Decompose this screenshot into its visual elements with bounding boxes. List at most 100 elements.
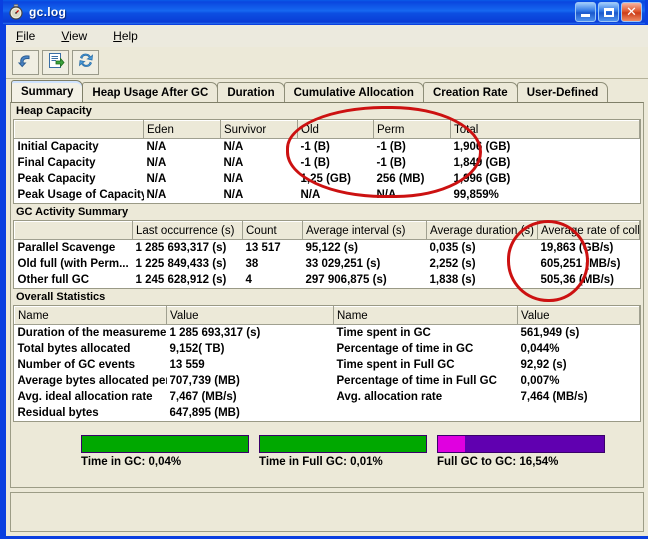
table-header-row: Last occurrence (s) Count Average interv… [14,221,640,240]
refresh-button[interactable] [72,50,99,75]
table-row[interactable]: Average bytes allocated per GC 707,739 (… [14,373,640,389]
col-heap-blank[interactable] [14,120,144,139]
gauge-bar [81,435,249,453]
gauge-segment-green [260,436,426,452]
col-value-left[interactable]: Value [166,306,334,325]
col-total[interactable]: Total [450,120,640,139]
cell: Avg. ideal allocation rate [14,389,167,405]
col-gc-blank[interactable] [14,221,133,240]
col-eden[interactable]: Eden [143,120,221,139]
cell: 0,044% [517,341,640,357]
table-row[interactable]: Residual bytes 647,895 (MB) [14,405,640,421]
menu-file[interactable]: File [14,27,45,45]
cell: 505,36 (MB/s) [537,272,640,288]
undo-button[interactable] [12,50,39,75]
cell: N/A [220,187,298,203]
col-name-right[interactable]: Name [333,306,518,325]
cell: 297 906,875 (s) [302,272,427,288]
tab-creation-rate[interactable]: Creation Rate [422,82,518,102]
cell: Parallel Scavenge [14,239,133,256]
table-row[interactable]: Old full (with Perm... 1 225 849,433 (s)… [14,256,640,272]
col-average-rate-of-collection[interactable]: Average rate of coll... [537,221,640,240]
heap-capacity-title: Heap Capacity [16,105,92,117]
gauge-full-gc-to-gc: Full GC to GC: 16,54% [437,435,605,481]
cell: Average bytes allocated per GC [14,373,167,389]
cell: -1 (B) [297,138,374,155]
close-icon: ✕ [626,4,637,20]
stopwatch-icon [8,4,24,20]
cell: Final Capacity [14,155,144,171]
cell: 1 225 849,433 (s) [132,256,243,272]
cell: 38 [242,256,303,272]
minimize-icon [581,14,590,17]
overall-statistics-table: Name Value Name Value Duration of the me… [14,306,640,421]
cell: 707,739 (MB) [166,373,334,389]
cell: Residual bytes [14,405,167,421]
cell: Percentage of time in GC [333,341,518,357]
menu-help[interactable]: Help [111,27,148,45]
toolbar [6,47,648,79]
cell: 1 285 693,317 (s) [132,239,243,256]
tab-summary[interactable]: Summary [11,80,84,102]
summary-panel: Heap Capacity Eden Survivor Old Perm Tot… [10,102,644,488]
cell: Time spent in Full GC [333,357,518,373]
tab-duration[interactable]: Duration [217,82,285,102]
menu-view[interactable]: View [59,27,97,45]
cell: N/A [373,187,451,203]
window-controls: ✕ [575,2,642,22]
table-row[interactable]: Peak Usage of Capacity N/A N/A N/A N/A 9… [14,187,640,203]
cell: Number of GC events [14,357,167,373]
title-bar[interactable]: gc.log ✕ [3,0,645,25]
col-last-occurrence[interactable]: Last occurrence (s) [132,221,243,240]
overall-statistics-table-wrap: Name Value Name Value Duration of the me… [13,305,641,422]
gc-activity-title: GC Activity Summary [16,206,129,218]
col-average-interval[interactable]: Average interval (s) [302,221,427,240]
gauge-label: Time in GC: 0,04% [81,456,182,468]
close-button[interactable]: ✕ [621,2,642,22]
table-row[interactable]: Total bytes allocated 9,152( TB) Percent… [14,341,640,357]
cell: 99,859% [450,187,640,203]
col-value-right[interactable]: Value [517,306,640,325]
cell: N/A [143,138,221,155]
cell: 0,007% [517,373,640,389]
table-row[interactable]: Number of GC events 13 559 Time spent in… [14,357,640,373]
menu-bar: File View Help [6,25,648,47]
cell: Duration of the measurement [14,324,167,341]
table-row[interactable]: Other full GC 1 245 628,912 (s) 4 297 90… [14,272,640,288]
refresh-icon [77,52,95,74]
table-row[interactable]: Final Capacity N/A N/A -1 (B) -1 (B) 1,8… [14,155,640,171]
gauge-row: Time in GC: 0,04% Time in Full GC: 0,01%… [11,435,643,481]
col-average-duration[interactable]: Average duration (s) [426,221,538,240]
minimize-button[interactable] [575,2,596,22]
tab-strip: Summary Heap Usage After GC Duration Cum… [6,79,648,102]
maximize-button[interactable] [598,2,619,22]
cell: 1,906 (GB) [450,138,640,155]
col-name-left[interactable]: Name [14,306,167,325]
table-row[interactable]: Initial Capacity N/A N/A -1 (B) -1 (B) 1… [14,138,640,155]
tab-user-defined[interactable]: User-Defined [516,82,609,102]
table-row[interactable]: Duration of the measurement 1 285 693,31… [14,324,640,341]
table-row[interactable]: Parallel Scavenge 1 285 693,317 (s) 13 5… [14,239,640,256]
tab-heap-usage-after-gc[interactable]: Heap Usage After GC [82,82,219,102]
tab-cumulative-allocation[interactable]: Cumulative Allocation [283,82,424,102]
cell: 13 517 [242,239,303,256]
table-row[interactable]: Peak Capacity N/A N/A 1,25 (GB) 256 (MB)… [14,171,640,187]
cell [333,405,518,421]
col-survivor[interactable]: Survivor [220,120,298,139]
export-document-button[interactable] [42,50,69,75]
cell: 1,838 (s) [426,272,538,288]
col-perm[interactable]: Perm [373,120,451,139]
table-row[interactable]: Avg. ideal allocation rate 7,467 (MB/s) … [14,389,640,405]
heap-capacity-table-wrap: Eden Survivor Old Perm Total Initial Cap… [13,119,641,204]
cell: 4 [242,272,303,288]
col-old[interactable]: Old [297,120,374,139]
cell: 1 245 628,912 (s) [132,272,243,288]
gauge-time-in-gc: Time in GC: 0,04% [81,435,249,481]
gc-activity-table: Last occurrence (s) Count Average interv… [14,221,640,288]
cell: 647,895 (MB) [166,405,334,421]
col-count[interactable]: Count [242,221,303,240]
undo-arrow-icon [17,52,35,74]
cell: N/A [220,138,298,155]
cell: 92,92 (s) [517,357,640,373]
overall-statistics-title: Overall Statistics [16,291,106,303]
